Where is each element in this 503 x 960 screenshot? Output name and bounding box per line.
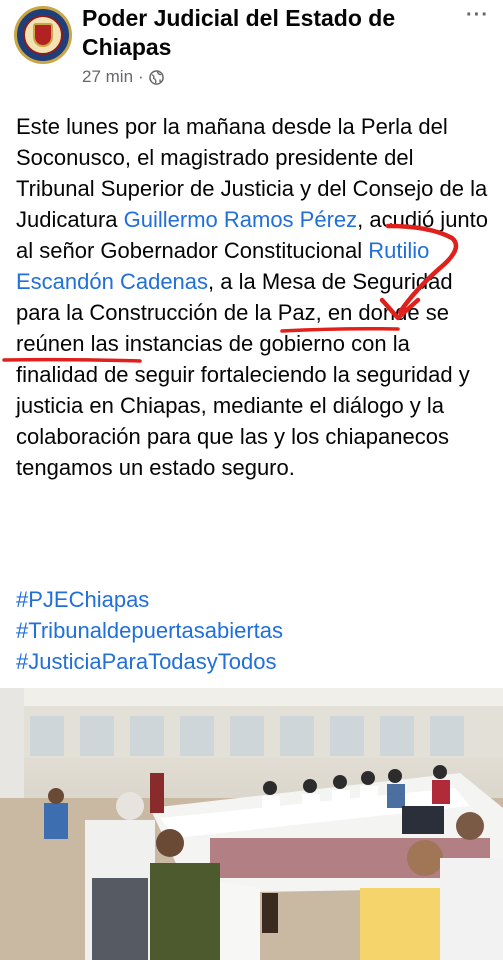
hashtag-link[interactable]: #JusticiaParaTodasyTodos [16, 646, 486, 677]
post-body: Este lunes por la mañana desde la Perla … [16, 111, 496, 483]
post-photo[interactable] [0, 688, 503, 960]
more-options-icon[interactable]: ··· [466, 4, 489, 27]
globe-icon [148, 69, 164, 85]
post-meta: 27 min · [82, 67, 164, 87]
hashtag-list: #PJEChiapas #Tribunaldepuertasabiertas #… [16, 584, 486, 677]
seal-logo [23, 15, 63, 55]
mention-guillermo-ramos[interactable]: Guillermo Ramos Pérez [124, 207, 358, 232]
hashtag-link[interactable]: #PJEChiapas [16, 584, 486, 615]
meeting-scene-image [0, 688, 503, 960]
post-header: Poder Judicial del Estado de Chiapas 27 … [0, 0, 503, 96]
page-name[interactable]: Poder Judicial del Estado de Chiapas [82, 4, 452, 62]
post-text-part: , a la Mesa de Seguridad para la Constru… [16, 269, 470, 480]
shield-icon [33, 23, 53, 47]
post-time[interactable]: 27 min [82, 67, 133, 87]
page-avatar[interactable] [14, 6, 72, 64]
hashtag-link[interactable]: #Tribunaldepuertasabiertas [16, 615, 486, 646]
meta-separator: · [138, 67, 144, 86]
